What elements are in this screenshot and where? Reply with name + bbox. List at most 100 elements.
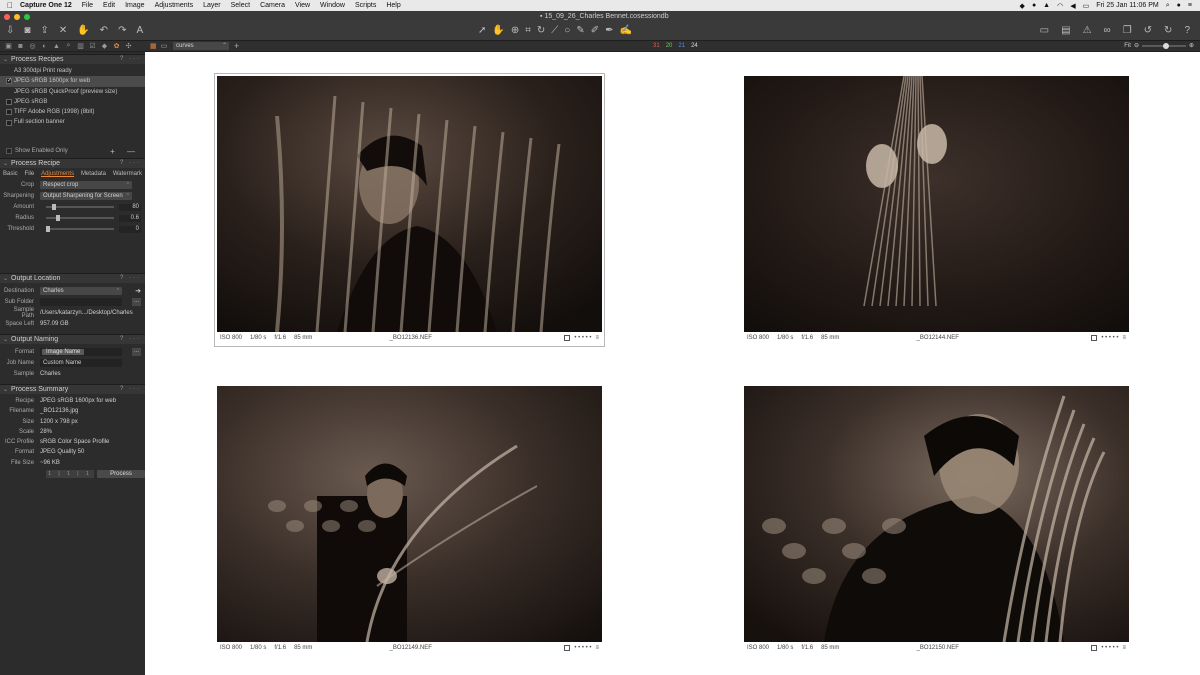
zoom-out-icon[interactable]: ⊖ <box>1134 42 1139 49</box>
panel-actions[interactable]: ? ··· <box>120 386 141 392</box>
menu-icon[interactable]: ≡ <box>1122 335 1126 341</box>
thumbnail[interactable]: ISO 800 1/80 s f/1.6 85 mm _BO12149.NEF • • •… <box>217 386 602 654</box>
warning-icon[interactable]: ⚠ <box>1083 25 1092 37</box>
user-avatar-icon[interactable]: ● <box>1177 2 1181 9</box>
undo-icon[interactable]: ↶ <box>100 25 108 37</box>
menu-icon[interactable]: ≡ <box>595 335 599 341</box>
export-icon[interactable]: ⇪ <box>40 25 48 37</box>
panel-actions[interactable]: ? ··· <box>120 160 141 166</box>
recipe-checkbox[interactable] <box>6 109 12 116</box>
styles-select[interactable]: curves <box>173 42 229 50</box>
subfolder-input[interactable] <box>40 298 122 307</box>
annotate-tool-icon[interactable]: ✍ <box>619 25 631 37</box>
process-recipes-header[interactable]: ⌄ Process Recipes ? ··· <box>0 54 145 64</box>
menu-adjustments[interactable]: Adjustments <box>155 2 194 9</box>
zoom-in-icon[interactable]: ⊕ <box>1189 42 1194 49</box>
thumbnail[interactable]: ISO 800 1/80 s f/1.6 85 mm _BO12144.NEF • • •… <box>744 76 1129 344</box>
delete-icon[interactable]: ✕ <box>59 25 67 37</box>
zoom-window-button[interactable] <box>24 14 30 20</box>
star-rating-dots[interactable]: • • • • • <box>1101 645 1118 651</box>
process-recipe-header[interactable]: ⌄ Process Recipe ? ··· <box>0 157 145 168</box>
creative-cloud-icon[interactable]: ● <box>1032 2 1036 9</box>
destination-select[interactable]: Charles <box>40 287 122 296</box>
help-icon[interactable]: ? <box>1184 25 1190 37</box>
capture-tab-icon[interactable]: ◙ <box>16 43 25 50</box>
zoom-label[interactable]: Fit <box>1124 43 1131 49</box>
menu-window[interactable]: Window <box>320 2 345 9</box>
threshold-value[interactable]: 0 <box>119 225 141 233</box>
format-tokens-button[interactable]: ... <box>132 348 141 357</box>
crop-select[interactable]: Respect crop <box>40 181 132 190</box>
crop-tool-icon[interactable]: ⌗ <box>525 25 531 37</box>
process-summary-header[interactable]: ⌄ Process Summary ? ··· <box>0 383 145 394</box>
details-tab-icon[interactable]: ⌕ <box>64 42 73 50</box>
adjustments-tab-icon[interactable]: ◆ <box>100 42 109 50</box>
output-location-header[interactable]: ⌄ Output Location ? ··· <box>0 272 145 283</box>
process-stepper[interactable]: 1 | 1 | 1 <box>46 469 94 478</box>
battery-icon[interactable]: ▭ <box>1083 2 1090 10</box>
select-tool-icon[interactable]: ➚ <box>478 25 486 37</box>
recipe-item[interactable]: ✓ JPEG sRGB 1600px for web <box>0 76 145 87</box>
thumbnail-image[interactable] <box>744 386 1129 642</box>
recipe-checkbox[interactable]: ✓ <box>6 78 12 85</box>
radius-slider[interactable] <box>46 215 114 222</box>
grid-view-icon[interactable]: ▦ <box>150 42 157 50</box>
tag-checkbox[interactable] <box>1091 645 1098 651</box>
hand-icon[interactable]: ✋ <box>77 25 89 37</box>
redo-icon[interactable]: ↷ <box>118 25 126 37</box>
library-tab-icon[interactable]: ▣ <box>4 42 13 50</box>
menu-icon[interactable]: ≡ <box>1122 645 1126 651</box>
reset-icon[interactable]: ↺ <box>1144 25 1152 37</box>
keystone-tool-icon[interactable]: ⟋ <box>551 25 558 37</box>
picker-tool-icon[interactable]: ✒ <box>605 25 613 37</box>
menu-select[interactable]: Select <box>231 2 250 9</box>
star-rating-dots[interactable]: • • • • • <box>1101 335 1118 341</box>
lens-tab-icon[interactable]: ◎ <box>28 42 37 50</box>
panel-actions[interactable]: ? ··· <box>120 56 141 62</box>
recipe-item[interactable]: Full section banner <box>0 117 145 127</box>
output-tab-icon[interactable]: ✿ <box>112 42 121 50</box>
exposure-tab-icon[interactable]: ▲ <box>52 43 61 50</box>
thumbnail-image[interactable] <box>744 76 1129 332</box>
menu-layer[interactable]: Layer <box>203 2 221 9</box>
text-icon[interactable]: A <box>136 25 143 37</box>
arrow-right-icon[interactable]: ➜ <box>135 287 141 295</box>
import-icon[interactable]: ⇩ <box>6 25 14 37</box>
search-icon[interactable]: ⌕ <box>1166 2 1170 10</box>
star-rating-dots[interactable]: • • • • • <box>574 645 591 651</box>
apply-icon[interactable]: ↻ <box>1164 25 1172 37</box>
recipe-checkbox[interactable] <box>6 99 12 106</box>
amount-slider[interactable] <box>46 204 114 211</box>
metadata-tab-icon[interactable]: ☑ <box>88 42 97 50</box>
amount-slider-thumb[interactable] <box>52 204 57 211</box>
tab-adjustments[interactable]: Adjustments <box>41 171 74 177</box>
tab-basic[interactable]: Basic <box>3 171 18 177</box>
wifi-icon[interactable]: ◠ <box>1057 2 1063 10</box>
radius-value[interactable]: 0.6 <box>119 214 141 222</box>
job-name-input[interactable]: Custom Name <box>40 359 122 368</box>
rotate-tool-icon[interactable]: ↻ <box>537 25 545 37</box>
zoom-slider[interactable] <box>1141 42 1186 49</box>
zoom-slider-thumb[interactable] <box>1162 42 1169 49</box>
spot-tool-icon[interactable]: ○ <box>564 25 570 37</box>
color-tab-icon[interactable]: ◐ <box>40 43 49 50</box>
menu-edit[interactable]: Edit <box>103 2 115 9</box>
thumbnail-image[interactable] <box>217 76 602 332</box>
threshold-slider-thumb[interactable] <box>46 226 50 233</box>
amount-value[interactable]: 80 <box>119 203 141 211</box>
eraser-tool-icon[interactable]: ✐ <box>591 25 599 37</box>
local-tab-icon[interactable]: ▥ <box>76 42 85 50</box>
recipe-item[interactable]: JPEG sRGB <box>0 97 145 107</box>
sharpening-select[interactable]: Output Sharpening for Screen <box>40 192 132 201</box>
radius-slider-thumb[interactable] <box>55 215 60 222</box>
apple-menu-icon[interactable]:  <box>0 1 20 10</box>
panel-actions[interactable]: ? ··· <box>120 336 141 342</box>
recipe-checkbox[interactable] <box>6 119 12 126</box>
menu-camera[interactable]: Camera <box>260 2 285 9</box>
tab-watermark[interactable]: Watermark <box>113 171 142 177</box>
thumbnail[interactable]: ISO 800 1/80 s f/1.6 85 mm _BO12136.NEF • • •… <box>214 73 605 347</box>
format-input[interactable]: Image Name <box>40 348 122 357</box>
thumbnail-image[interactable] <box>217 386 602 642</box>
zoom-tool-icon[interactable]: ⊕ <box>511 25 519 37</box>
viewer-icon[interactable]: ▭ <box>1040 25 1049 37</box>
